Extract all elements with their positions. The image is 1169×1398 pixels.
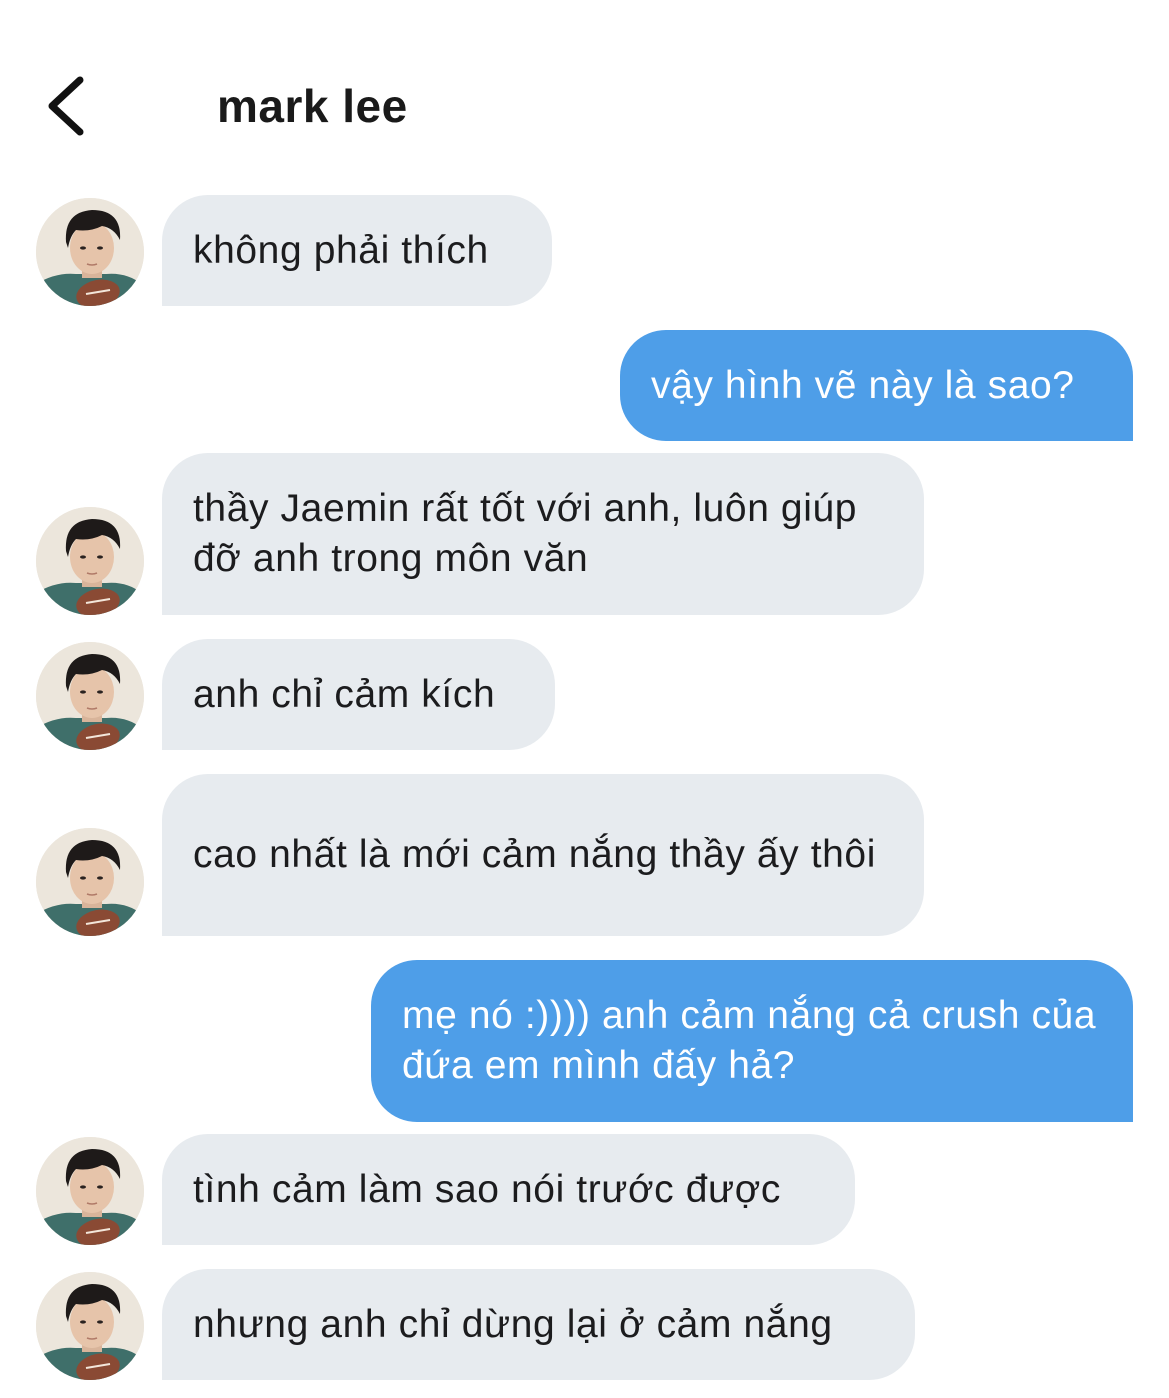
back-button[interactable] xyxy=(38,70,98,142)
incoming-message-bubble[interactable]: thầy Jaemin rất tốt với anh, luôn giúp đ… xyxy=(162,453,924,615)
avatar[interactable] xyxy=(36,1137,144,1245)
message-text: thầy Jaemin rất tốt với anh, luôn giúp đ… xyxy=(193,487,858,580)
message-text: tình cảm làm sao nói trước được xyxy=(193,1167,781,1211)
incoming-message-bubble[interactable]: tình cảm làm sao nói trước được xyxy=(162,1134,855,1245)
chat-header: mark lee xyxy=(0,0,1169,180)
outgoing-message-bubble[interactable]: vậy hình vẽ này là sao? xyxy=(620,330,1133,441)
avatar[interactable] xyxy=(36,1272,144,1380)
outgoing-message-bubble[interactable]: mẹ nó :)))) anh cảm nắng cả crush của đứ… xyxy=(371,960,1133,1122)
message-row: mẹ nó :)))) anh cảm nắng cả crush của đứ… xyxy=(0,960,1169,1122)
contact-name: mark lee xyxy=(217,80,408,132)
incoming-message-bubble[interactable]: không phải thích xyxy=(162,195,552,306)
message-text: không phải thích xyxy=(193,228,489,272)
message-row: tình cảm làm sao nói trước được xyxy=(0,1134,1169,1245)
avatar[interactable] xyxy=(36,642,144,750)
message-text: cao nhất là mới cảm nắng thầy ấy thôi xyxy=(193,833,876,876)
chevron-left-icon xyxy=(48,76,84,136)
message-text: nhưng anh chỉ dừng lại ở cảm nắng xyxy=(193,1302,833,1346)
message-text: vậy hình vẽ này là sao? xyxy=(651,363,1075,407)
avatar[interactable] xyxy=(36,828,144,936)
message-row: không phải thích xyxy=(0,195,1169,306)
message-text: mẹ nó :)))) anh cảm nắng cả crush của đứ… xyxy=(402,994,1097,1087)
incoming-message-bubble[interactable]: anh chỉ cảm kích xyxy=(162,639,555,750)
message-row: anh chỉ cảm kích xyxy=(0,639,1169,750)
message-row: nhưng anh chỉ dừng lại ở cảm nắng xyxy=(0,1269,1169,1380)
avatar[interactable] xyxy=(36,198,144,306)
incoming-message-bubble[interactable]: nhưng anh chỉ dừng lại ở cảm nắng xyxy=(162,1269,915,1380)
message-row: thầy Jaemin rất tốt với anh, luôn giúp đ… xyxy=(0,453,1169,615)
message-row: cao nhất là mới cảm nắng thầy ấy thôi xyxy=(0,774,1169,936)
message-row: vậy hình vẽ này là sao? xyxy=(0,330,1169,441)
message-text: anh chỉ cảm kích xyxy=(193,672,496,716)
incoming-message-bubble[interactable]: cao nhất là mới cảm nắng thầy ấy thôi xyxy=(162,774,924,936)
avatar[interactable] xyxy=(36,507,144,615)
